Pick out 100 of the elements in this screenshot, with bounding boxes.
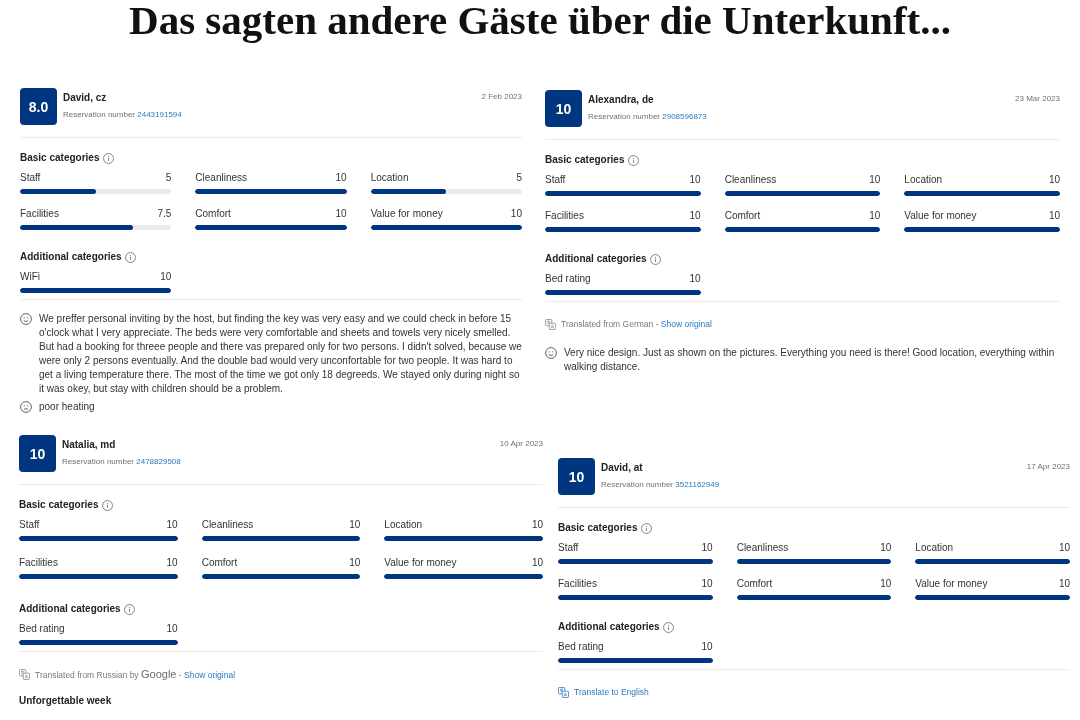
guest-name: Alexandra, de — [588, 94, 655, 106]
section-title: Additional categories — [558, 621, 660, 633]
category-score: 10 — [1058, 578, 1070, 590]
section-title: Basic categories — [545, 154, 625, 166]
category-score: 10 — [349, 557, 361, 569]
info-icon[interactable] — [662, 621, 674, 633]
category-label: Location — [904, 174, 943, 186]
category-label: Value for money — [370, 208, 443, 220]
translation-note: Translated from German - Show original — [561, 318, 712, 330]
review-date: 23 Mar 2023 — [1015, 93, 1060, 104]
category-score: 5 — [516, 172, 522, 184]
category-label: Value for money — [904, 210, 977, 222]
guest-name: David, at — [601, 462, 644, 474]
frowning-face-icon — [20, 401, 32, 413]
translate-icon — [19, 669, 30, 680]
category-label: Cleanliness — [201, 519, 254, 531]
smiling-face-icon — [545, 347, 557, 359]
category-label: Facilities — [20, 208, 59, 220]
category-score: 10 — [1048, 174, 1060, 186]
translate-link[interactable]: Translate to English — [558, 686, 649, 698]
section-title: Additional categories — [545, 253, 647, 265]
reservation-number-link[interactable]: 2908596873 — [662, 112, 707, 121]
category-label: Staff — [558, 542, 579, 554]
section-title: Basic categories — [558, 522, 638, 534]
show-original-link[interactable]: Show original — [660, 319, 712, 329]
reservation-number-text: Reservation number 3521162949 — [601, 480, 721, 490]
category-label: Comfort — [201, 557, 238, 569]
section-title: Additional categories — [20, 251, 122, 263]
info-icon[interactable] — [627, 154, 639, 166]
category-score: 10 — [510, 208, 522, 220]
info-icon[interactable] — [101, 499, 113, 511]
category-label: Location — [915, 542, 954, 554]
category-score: 10 — [880, 578, 892, 590]
category-score: 10 — [880, 542, 892, 554]
category-label: Value for money — [915, 578, 988, 590]
review-text: We preffer personal inviting by the host, but finding the key was very easy and we could check in before 15 o'clock what I very appreciate. The beds were very comfortable and sheets and towels very nicely smelled. But had a booking for threee people and there vas prepared only for two persons. I didn't solved, because we were only 2 persons eventually. And the double bad would very unconfortable for two people. It was hard to get a living temperature there. The most of the time we got only 18 degreeds. We stayed only during night so it was okey, but stay with children should be a problem. — [39, 312, 522, 396]
category-score: 10 — [1058, 542, 1070, 554]
category-label: Bed rating — [545, 273, 591, 285]
category-label: Bed rating — [19, 623, 65, 635]
info-icon[interactable] — [124, 251, 136, 263]
section-title: Basic categories — [19, 499, 99, 511]
category-score: 10 — [166, 519, 178, 531]
reservation-number-link[interactable]: 2478829508 — [136, 457, 181, 466]
category-label: Facilities — [558, 578, 597, 590]
category-label: Bed rating — [558, 641, 604, 653]
category-label: WiFi — [20, 271, 40, 283]
translate-icon — [558, 686, 569, 698]
guest-name: David, cz — [63, 92, 108, 104]
review-text: poor heating — [39, 400, 95, 414]
review-score: 8.0 — [20, 88, 57, 125]
category-score: 10 — [701, 542, 713, 554]
review-text: Very nice design. Just as shown on the pictures. Everything you need is there! Good location, everything within walking distance. — [564, 346, 1056, 374]
section-title: Additional categories — [19, 603, 121, 615]
category-label: Staff — [545, 174, 566, 186]
show-original-link[interactable]: Show original — [184, 670, 236, 680]
category-label: Cleanliness — [736, 542, 789, 554]
category-score: 10 — [689, 174, 701, 186]
category-score: 10 — [701, 641, 713, 653]
info-icon[interactable] — [102, 152, 114, 164]
category-label: Facilities — [19, 557, 58, 569]
category-score: 10 — [166, 557, 178, 569]
guest-name: Natalia, md — [62, 439, 117, 451]
info-icon[interactable] — [649, 253, 661, 265]
review-date: 17 Apr 2023 — [1026, 461, 1070, 472]
review-score: 10 — [558, 458, 595, 495]
category-score: 10 — [689, 210, 701, 222]
category-label: Cleanliness — [724, 174, 777, 186]
category-label: Location — [370, 172, 409, 184]
info-icon[interactable] — [640, 522, 652, 534]
category-score: 10 — [166, 623, 178, 635]
category-score: 7.5 — [157, 208, 172, 220]
review-date: 10 Apr 2023 — [499, 438, 543, 449]
category-score: 10 — [335, 172, 347, 184]
reservation-number-text: Reservation number 2478829508 — [62, 457, 182, 467]
review-score: 10 — [545, 90, 582, 127]
translate-icon — [545, 318, 556, 330]
category-label: Value for money — [384, 557, 457, 569]
reservation-number-link[interactable]: 2443191594 — [137, 110, 182, 119]
category-label: Comfort — [736, 578, 773, 590]
category-score: 10 — [335, 208, 347, 220]
category-label: Cleanliness — [195, 172, 248, 184]
category-score: 10 — [349, 519, 361, 531]
translation-note: Translated from Russian by Google - Show original — [35, 668, 236, 681]
reservation-number-link[interactable]: 3521162949 — [675, 480, 720, 489]
reservation-number-text: Reservation number 2908596873 — [588, 112, 708, 122]
category-score: 10 — [701, 578, 713, 590]
review-score: 10 — [19, 435, 56, 472]
review-date: 2 Feb 2023 — [481, 91, 522, 102]
section-title: Basic categories — [20, 152, 100, 164]
category-label: Location — [384, 519, 423, 531]
category-score: 10 — [1048, 210, 1060, 222]
category-score: 10 — [869, 174, 881, 186]
reservation-number-text: Reservation number 2443191594 — [63, 110, 183, 120]
category-label: Comfort — [195, 208, 231, 220]
category-label: Comfort — [724, 210, 761, 222]
info-icon[interactable] — [123, 603, 135, 615]
category-label: Staff — [20, 172, 41, 184]
category-score: 10 — [531, 557, 543, 569]
smiling-face-icon — [20, 313, 32, 325]
category-label: Staff — [19, 519, 40, 531]
